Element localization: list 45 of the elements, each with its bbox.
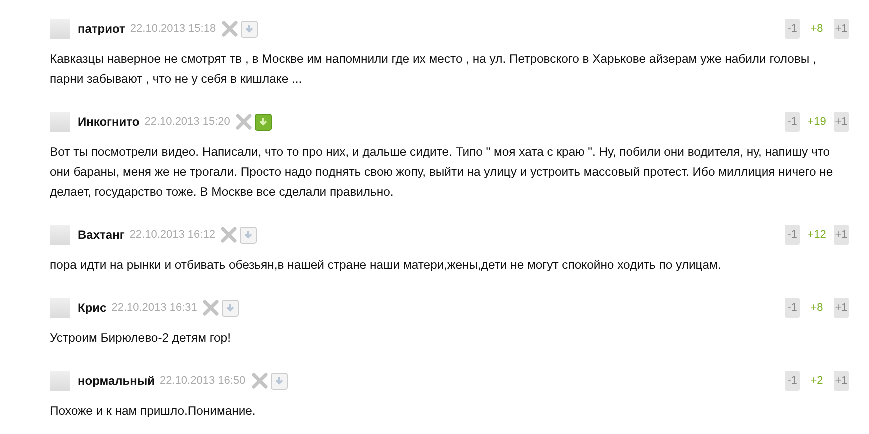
vote-up-button[interactable]: +1 [834, 19, 849, 39]
vote-down-button[interactable]: -1 [785, 371, 800, 391]
save-icon[interactable] [270, 372, 288, 390]
rating-score: +8 [810, 300, 824, 316]
avatar [50, 112, 70, 132]
comment-date: 22.10.2013 16:12 [130, 228, 216, 243]
comment-date: 22.10.2013 16:31 [112, 300, 198, 316]
avatar [50, 371, 70, 391]
close-icon[interactable] [221, 227, 238, 243]
close-icon[interactable] [236, 114, 252, 130]
comment-text: пора идти на рынки и отбивать обезьян,в нашей стране наши матери,жены,дети не могут спокойно ходить по улицам. [50, 257, 722, 274]
close-icon[interactable] [222, 21, 238, 37]
vote-down-button[interactable]: -1 [785, 225, 800, 245]
avatar [50, 19, 70, 39]
save-icon[interactable] [240, 226, 258, 244]
vote-up-button[interactable]: +1 [834, 112, 849, 132]
comment-date: 22.10.2013 15:20 [144, 114, 230, 130]
comment-date: 22.10.2013 16:50 [160, 374, 246, 389]
vote-up-button[interactable]: +1 [834, 371, 849, 391]
comment-date: 22.10.2013 15:18 [130, 22, 216, 37]
vote-down-button[interactable]: -1 [785, 298, 800, 318]
comment-text: Кавказцы наверное не смотрят тв , в Москве им напомнили где их место , на ул. Петровского в Харькове айзерам уже набили головы , парни забывают , что не у себя в кишлаке ... [50, 51, 818, 88]
rating-score: +12 [806, 228, 828, 243]
comment-text: Устроим Бирюлево-2 детям гор! [50, 330, 232, 347]
vote-down-button[interactable]: -1 [785, 19, 800, 39]
close-icon[interactable] [252, 373, 268, 389]
avatar [50, 225, 70, 245]
save-icon[interactable] [222, 300, 240, 316]
author-name[interactable]: Крис [78, 299, 107, 317]
author-name[interactable]: патриот [78, 20, 126, 38]
avatar [50, 298, 70, 318]
save-icon[interactable] [255, 114, 272, 130]
author-name[interactable]: Инкогнито [78, 113, 140, 131]
rating-score: +2 [810, 374, 824, 389]
rating-score: +8 [810, 22, 824, 37]
vote-down-button[interactable]: -1 [785, 112, 800, 132]
comment-text: Похоже и к нам пришло.Понимание. [50, 403, 257, 420]
close-icon[interactable] [203, 300, 220, 316]
comment-text: Вот ты посмотрели видео. Написали, что то про них, и дальше сидите. Типо " моя хата с краю ". Ну, побили они водителя, ну, напишу что они бараны, меня же не трогали. Просто надо поднять свою жопу, выйти на улицу и устроить массовый протест. Ибо миллиция ничего не делает, государство тоже. В Москве все сделали правильно. [50, 144, 834, 201]
save-icon[interactable] [241, 20, 258, 38]
vote-up-button[interactable]: +1 [834, 298, 849, 318]
author-name[interactable]: Вахтанг [78, 226, 125, 244]
rating-score: +19 [806, 114, 828, 130]
vote-up-button[interactable]: +1 [834, 225, 849, 245]
author-name[interactable]: нормальный [78, 372, 156, 390]
